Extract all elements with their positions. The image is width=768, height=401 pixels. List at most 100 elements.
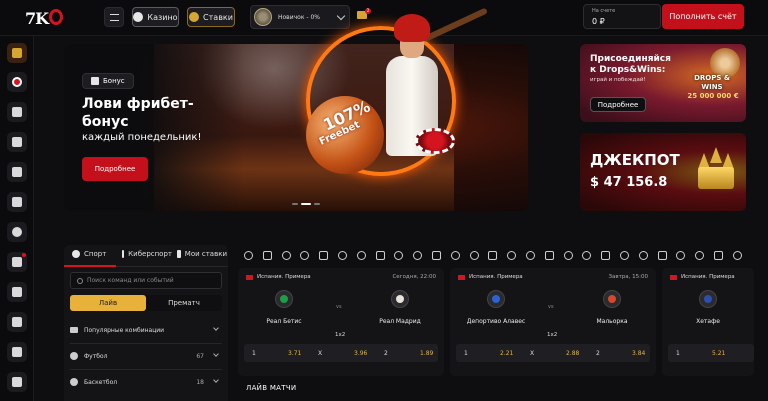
odd-x-button[interactable]: X: [318, 344, 322, 362]
odd-key: 1: [676, 349, 680, 357]
carousel-dots: [292, 203, 320, 205]
hamburger-icon: [109, 13, 119, 21]
tab-esports[interactable]: Киберспорт: [122, 250, 172, 258]
search-box[interactable]: [70, 272, 222, 289]
vs-label: vs: [548, 304, 554, 310]
match-card[interactable]: Испания. Примера Завтра, 15:00 Депортиво…: [450, 268, 656, 376]
sport-category-icon[interactable]: [431, 250, 441, 260]
sport-category-icon[interactable]: [356, 250, 366, 260]
odd-1-value[interactable]: 2.21: [500, 344, 513, 362]
odd-1-value[interactable]: 5.21: [712, 344, 725, 362]
sport-category-icon[interactable]: [619, 250, 629, 260]
rail-item-tournaments[interactable]: [7, 252, 27, 272]
sport-category-icon[interactable]: [525, 250, 535, 260]
chevron-down-icon: [213, 351, 219, 357]
team-crest-icon: [603, 290, 621, 308]
league-name: Испания. Примера: [469, 274, 523, 280]
sport-category-icon[interactable]: [262, 250, 272, 260]
tab-sport-label: Спорт: [84, 250, 107, 258]
sport-category-icon[interactable]: [319, 250, 329, 260]
rail-item-promos[interactable]: [7, 132, 27, 152]
odd-2-button[interactable]: 2: [596, 344, 600, 362]
sport-category-icon[interactable]: [488, 250, 498, 260]
menu-toggle-button[interactable]: [104, 7, 124, 27]
tab-sport[interactable]: Спорт: [72, 250, 118, 258]
drops-more-button[interactable]: Подробнее: [590, 97, 646, 112]
crown-base: [698, 167, 734, 189]
prematch-toggle[interactable]: Прематч: [146, 295, 222, 311]
odd-key: X: [318, 349, 323, 357]
odd-1-button[interactable]: 1: [252, 344, 256, 362]
rail-item-shop[interactable]: [7, 312, 27, 332]
sport-category-icon[interactable]: [413, 250, 423, 260]
sport-row-football[interactable]: Футбол 67: [70, 349, 222, 363]
odd-2-button[interactable]: 2: [384, 344, 388, 362]
odd-1-button[interactable]: 1: [464, 344, 468, 362]
sport-category-icon[interactable]: [695, 250, 705, 260]
sport-row-label: Футбол: [84, 352, 108, 360]
sport-row-popular[interactable]: Популярные комбинации: [70, 323, 222, 337]
carousel-dot[interactable]: [292, 203, 298, 205]
drops-wins-promo[interactable]: Присоединяйся к Drops&Wins: играй и побе…: [580, 44, 746, 122]
logo[interactable]: 7K: [25, 6, 63, 30]
sport-category-icon[interactable]: [544, 250, 554, 260]
odd-1-value[interactable]: 3.71: [288, 344, 301, 362]
match-card[interactable]: Испания. Примера Сегодня, 22:00 Реал Бет…: [238, 268, 444, 376]
bets-button[interactable]: Ставки: [187, 7, 235, 27]
sport-category-icon[interactable]: [657, 250, 667, 260]
sport-category-icon[interactable]: [563, 250, 573, 260]
sport-category-icon[interactable]: [394, 250, 404, 260]
match-card[interactable]: Испания. Примера Хетафе 1 5.21: [662, 268, 754, 376]
rail-item-jackpot[interactable]: [7, 43, 27, 63]
sport-category-icon[interactable]: [713, 250, 723, 260]
sport-category-icon[interactable]: [450, 250, 460, 260]
sport-category-icon[interactable]: [375, 250, 385, 260]
rail-item-store[interactable]: [7, 342, 27, 362]
odd-2-value[interactable]: 1.89: [420, 344, 433, 362]
sport-category-icon[interactable]: [469, 250, 479, 260]
balance-box[interactable]: На счете 0 ₽: [583, 4, 661, 29]
sport-row-basketball[interactable]: Баскетбол 18: [70, 375, 222, 389]
carousel-dot[interactable]: [314, 203, 320, 205]
rail-item-sport[interactable]: [7, 222, 27, 242]
sport-category-icon[interactable]: [281, 250, 291, 260]
jackpot-promo[interactable]: ДЖЕКПОТ $ 47 156.8: [580, 133, 746, 211]
odd-x-value[interactable]: 2.88: [566, 344, 579, 362]
casino-button[interactable]: Казино: [132, 7, 179, 27]
sport-category-icon[interactable]: [638, 250, 648, 260]
odd-1-button[interactable]: 1: [676, 344, 680, 362]
search-input[interactable]: [87, 273, 221, 288]
rail-item-bonus[interactable]: [7, 282, 27, 302]
rail-item-games[interactable]: [7, 192, 27, 212]
banner-more-button[interactable]: Подробнее: [82, 157, 148, 181]
profile-dropdown[interactable]: Новичок - 0%: [250, 5, 350, 29]
sport-category-icon[interactable]: [300, 250, 310, 260]
odd-2-value[interactable]: 3.84: [632, 344, 645, 362]
sport-category-icon[interactable]: [732, 250, 742, 260]
tab-my-bets[interactable]: Мои ставки: [177, 250, 227, 258]
rail-item-slots[interactable]: [7, 102, 27, 122]
rail-item-live-casino[interactable]: [7, 162, 27, 182]
sport-category-icon[interactable]: [244, 250, 253, 260]
bets-label: Ставки: [203, 12, 233, 22]
tab-my-bets-label: Мои ставки: [184, 250, 227, 258]
league-label: Испания. Примера: [670, 274, 735, 280]
sport-category-icon[interactable]: [337, 250, 347, 260]
treasure-icon: [12, 48, 22, 58]
deposit-button[interactable]: Пополнить счёт: [662, 4, 744, 29]
sport-category-icon[interactable]: [676, 250, 686, 260]
odd-x-value[interactable]: 3.96: [354, 344, 367, 362]
league-flag-icon: [670, 274, 677, 280]
carousel-dot-active[interactable]: [301, 203, 311, 205]
sport-category-icon[interactable]: [601, 250, 611, 260]
rail-item-fortune[interactable]: [7, 72, 27, 92]
casino-label: Казино: [147, 12, 178, 22]
drops-title: Присоединяйся к Drops&Wins:: [590, 54, 671, 75]
rail-item-more[interactable]: [7, 372, 27, 392]
live-toggle[interactable]: Лайв: [70, 295, 146, 311]
home-team-name: Хетафе: [696, 318, 720, 325]
odd-x-button[interactable]: X: [530, 344, 534, 362]
sport-category-icon[interactable]: [582, 250, 592, 260]
sport-category-icon[interactable]: [507, 250, 517, 260]
divider: [70, 369, 222, 370]
